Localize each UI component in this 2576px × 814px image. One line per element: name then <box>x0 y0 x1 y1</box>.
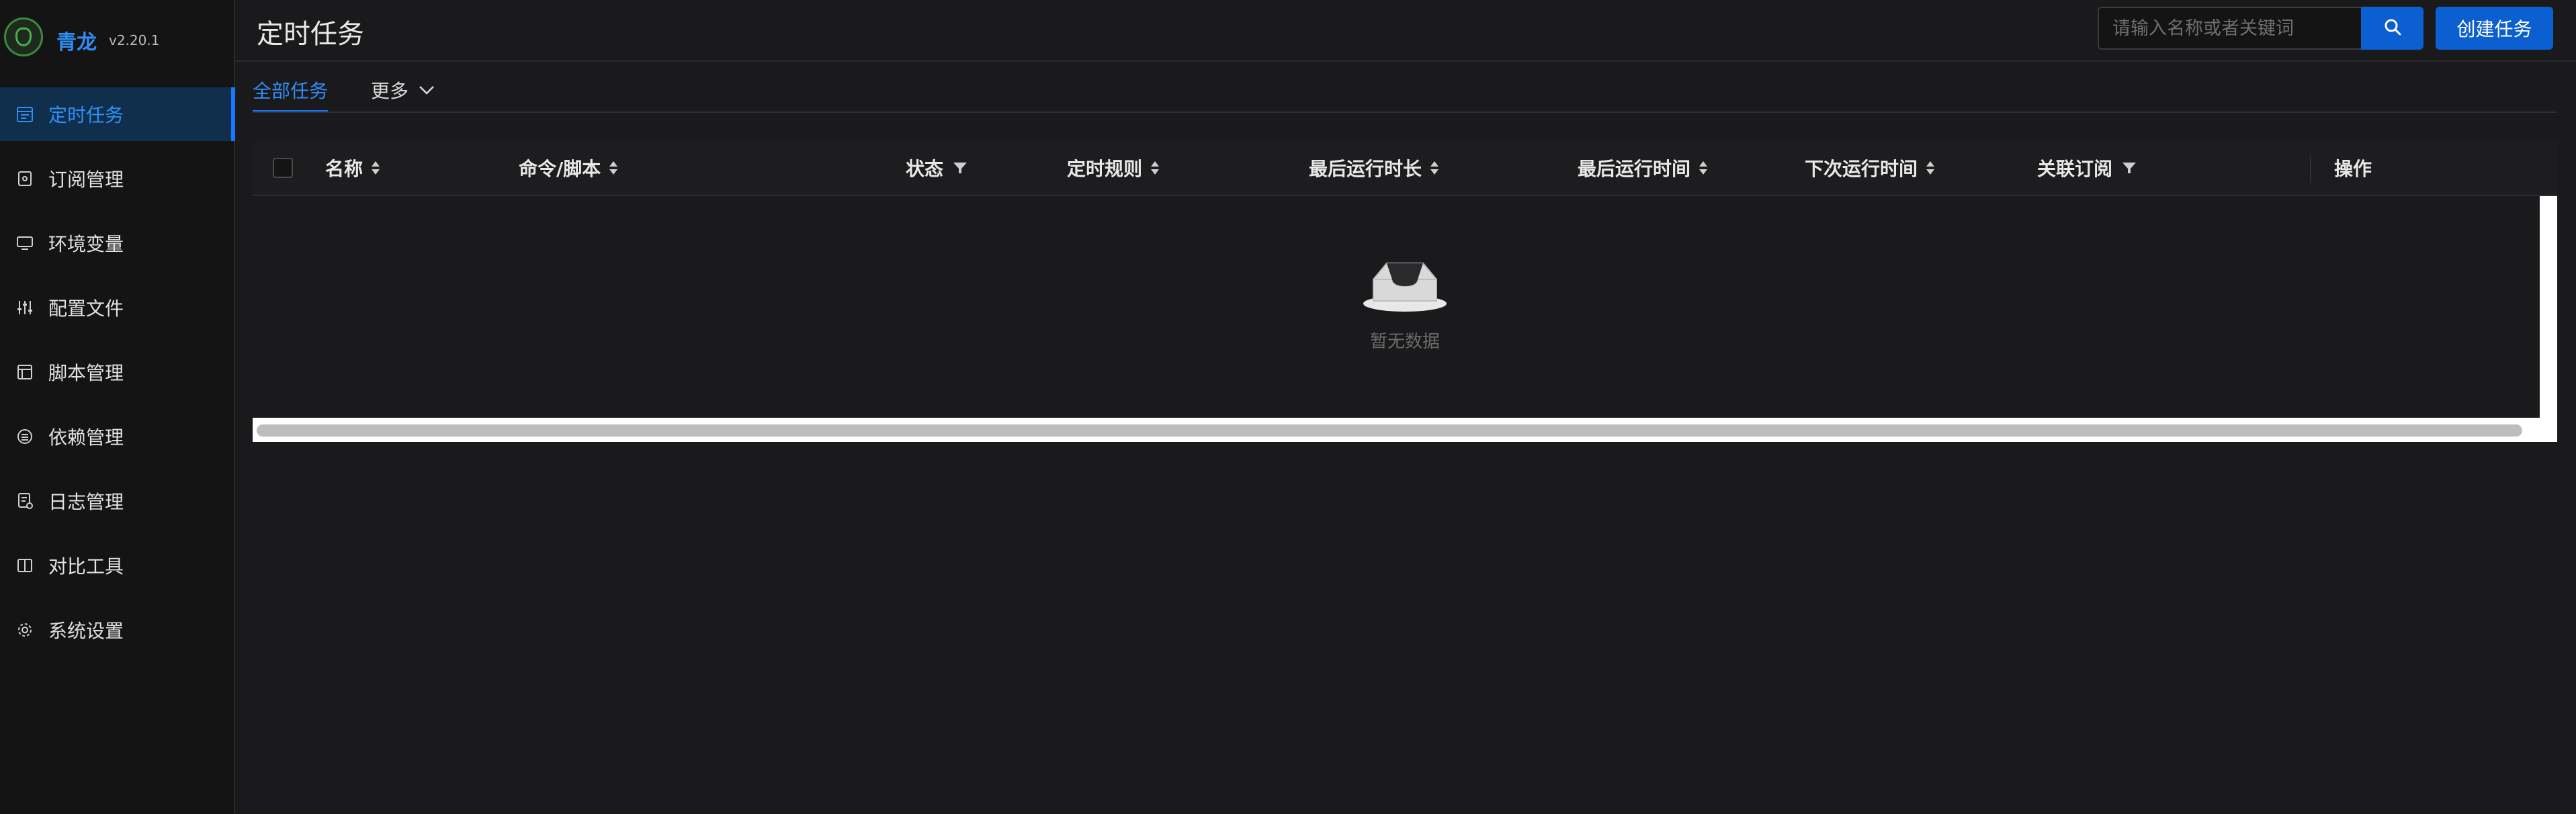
sidebar-item-label: 订阅管理 <box>48 169 124 191</box>
column-next-run-time[interactable]: 下次运行时间 <box>1805 141 1935 195</box>
sort-icon <box>609 159 618 177</box>
column-command[interactable]: 命令/脚本 <box>519 141 618 195</box>
column-divider <box>2310 154 2311 183</box>
tab-label: 更多 <box>371 80 409 102</box>
select-all-checkbox[interactable] <box>273 158 293 178</box>
tab-more[interactable]: 更多 <box>371 67 435 113</box>
diff-icon <box>16 557 34 574</box>
column-label: 定时规则 <box>1067 158 1143 180</box>
sort-icon <box>1150 159 1160 177</box>
column-label: 关联订阅 <box>2037 158 2113 180</box>
table-header: 名称 命令/脚本 状态 定时规则 最后运行时长 最后运行时间 下次运行时间 关联… <box>253 141 2557 196</box>
column-label: 最后运行时间 <box>1578 158 1691 180</box>
sort-icon <box>1430 159 1439 177</box>
column-label: 最后运行时长 <box>1309 158 1422 180</box>
sidebar-item-config-files[interactable]: 配置文件 <box>0 281 235 334</box>
empty-inbox-icon <box>1361 259 1449 313</box>
brand: 青龙 v2.20.1 <box>0 0 235 77</box>
column-schedule[interactable]: 定时规则 <box>1067 141 1160 195</box>
search-button[interactable] <box>2361 7 2423 50</box>
dependency-icon <box>16 428 34 445</box>
table-body: 暂无数据 <box>253 196 2557 418</box>
page-title: 定时任务 <box>257 19 364 50</box>
search-icon <box>2383 17 2402 39</box>
subscription-icon <box>16 170 34 187</box>
sidebar-item-diff-tool[interactable]: 对比工具 <box>0 539 235 592</box>
sort-icon <box>1926 159 1935 177</box>
sidebar-item-label: 日志管理 <box>48 491 124 513</box>
search-input[interactable] <box>2098 7 2361 50</box>
column-actions: 操作 <box>2334 141 2372 195</box>
column-label: 命令/脚本 <box>519 158 601 180</box>
tabs-divider <box>253 111 2557 113</box>
sidebar-item-logs[interactable]: 日志管理 <box>0 474 235 528</box>
tab-label: 全部任务 <box>253 80 329 102</box>
column-label: 名称 <box>325 158 363 180</box>
sidebar-item-settings[interactable]: 系统设置 <box>0 603 235 657</box>
app-version: v2.20.1 <box>109 32 160 48</box>
log-file-icon <box>16 492 34 510</box>
sliders-icon <box>16 299 34 316</box>
column-status[interactable]: 状态 <box>906 141 968 195</box>
table-right-edge <box>2540 196 2557 442</box>
column-label: 操作 <box>2334 158 2372 180</box>
sidebar-item-label: 脚本管理 <box>48 362 124 384</box>
qinglong-logo <box>4 17 43 56</box>
sidebar-item-scripts[interactable]: 脚本管理 <box>0 345 235 399</box>
app-name: 青龙 <box>56 31 97 54</box>
filter-icon[interactable] <box>953 161 968 175</box>
chevron-down-icon <box>418 83 435 97</box>
column-name[interactable]: 名称 <box>325 141 380 195</box>
column-label: 下次运行时间 <box>1805 158 1918 180</box>
create-task-button[interactable]: 创建任务 <box>2436 7 2553 50</box>
sidebar-menu: 定时任务 订阅管理 环境变量 配置文件 脚本管理 依赖管理 日志管理 对比工具 … <box>0 87 235 668</box>
sidebar-item-label: 定时任务 <box>48 104 124 126</box>
calendar-task-icon <box>16 105 34 123</box>
sidebar-item-label: 系统设置 <box>48 620 124 642</box>
sidebar-item-label: 对比工具 <box>48 555 124 578</box>
sidebar-item-cron-tasks[interactable]: 定时任务 <box>0 87 235 141</box>
sidebar-item-subscriptions[interactable]: 订阅管理 <box>0 152 235 206</box>
sort-icon <box>371 159 380 177</box>
sidebar-item-label: 依赖管理 <box>48 426 124 449</box>
sidebar: 青龙 v2.20.1 定时任务 订阅管理 环境变量 配置文件 脚本管理 依赖管理… <box>0 0 235 814</box>
code-file-icon <box>16 363 34 381</box>
column-subscription[interactable]: 关联订阅 <box>2037 141 2137 195</box>
filter-icon[interactable] <box>2122 161 2137 175</box>
column-label: 状态 <box>906 158 944 180</box>
search-bar <box>2098 7 2423 50</box>
sidebar-item-env-vars[interactable]: 环境变量 <box>0 216 235 270</box>
scrollbar-thumb[interactable] <box>257 424 2522 437</box>
sidebar-item-label: 环境变量 <box>48 233 124 255</box>
tab-bar: 全部任务 更多 <box>253 67 2557 113</box>
gear-icon <box>16 621 34 639</box>
tab-all-tasks[interactable]: 全部任务 <box>253 67 329 113</box>
empty-text: 暂无数据 <box>1369 332 1440 352</box>
sort-icon <box>1699 159 1708 177</box>
monitor-icon <box>16 234 34 252</box>
header-divider <box>235 60 2576 62</box>
sidebar-item-label: 配置文件 <box>48 298 124 320</box>
column-last-duration[interactable]: 最后运行时长 <box>1309 141 1439 195</box>
sidebar-item-dependencies[interactable]: 依赖管理 <box>0 410 235 463</box>
column-last-run-time[interactable]: 最后运行时间 <box>1578 141 1708 195</box>
